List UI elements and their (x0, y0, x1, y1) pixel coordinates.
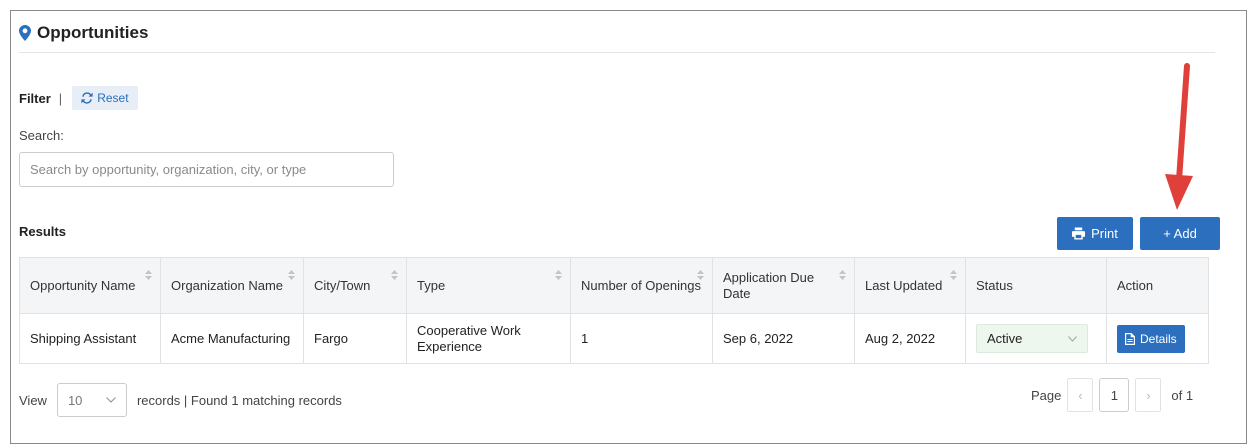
chevron-right-icon: › (1146, 387, 1151, 403)
column-header-label: Last Updated (865, 277, 943, 293)
page-title: Opportunities (37, 23, 149, 42)
details-button[interactable]: Details (1117, 324, 1185, 353)
column-header-opportunity[interactable]: Opportunity Name (19, 257, 161, 314)
cell-status: Active (965, 313, 1107, 364)
add-button[interactable]: + Add (1140, 217, 1220, 250)
sort-icon (391, 270, 398, 280)
annotation-arrow (1165, 63, 1193, 210)
filter-separator: | (58, 90, 63, 106)
cell-opportunity: Shipping Assistant (19, 313, 161, 364)
next-page-button[interactable]: › (1135, 378, 1162, 412)
reset-button[interactable]: Reset (72, 86, 138, 110)
print-label: Print (1091, 226, 1118, 241)
column-header-type[interactable]: Type (406, 257, 571, 314)
pagination: Page ‹ 1 › of 1 (1031, 378, 1193, 412)
cell-action: Details (1106, 313, 1209, 364)
cell-type: Cooperative Work Experience (406, 313, 571, 364)
refresh-icon (81, 92, 93, 104)
column-header-city[interactable]: City/Town (303, 257, 407, 314)
records-footer: View 10 records | Found 1 matching recor… (19, 383, 342, 417)
sort-icon (950, 270, 957, 280)
filter-label: Filter (19, 90, 51, 106)
records-text: records | Found 1 matching records (136, 392, 342, 408)
details-label: Details (1140, 331, 1177, 346)
print-button[interactable]: Print (1057, 217, 1133, 250)
sort-icon (839, 270, 846, 280)
column-header-organization[interactable]: Organization Name (160, 257, 304, 314)
sort-icon (288, 270, 295, 280)
map-marker-icon (19, 25, 31, 41)
add-label: + Add (1163, 226, 1197, 241)
column-header-label: Action (1117, 277, 1154, 293)
column-header-label: Status (976, 277, 1013, 293)
sort-icon (697, 270, 704, 280)
page-size-value: 10 (67, 392, 83, 408)
print-icon (1072, 227, 1086, 240)
page-header: Opportunities (19, 23, 148, 43)
sort-icon (145, 270, 152, 280)
cell-city: Fargo (303, 313, 407, 364)
column-header-last-updated[interactable]: Last Updated (854, 257, 966, 314)
document-icon (1125, 332, 1135, 345)
cell-last-updated: Aug 2, 2022 (854, 313, 966, 364)
prev-page-button[interactable]: ‹ (1067, 378, 1094, 412)
search-label: Search: (19, 128, 64, 143)
filter-row: Filter | Reset (19, 86, 138, 110)
header-divider (19, 52, 1215, 53)
column-header-label: Number of Openings (581, 277, 701, 293)
status-value: Active (987, 330, 1023, 346)
column-header-action: Action (1106, 257, 1209, 314)
cell-organization: Acme Manufacturing (160, 313, 304, 364)
chevron-left-icon: ‹ (1078, 387, 1083, 403)
page-label: Page (1031, 387, 1062, 403)
column-header-label: Opportunity Name (30, 277, 136, 293)
column-header-openings[interactable]: Number of Openings (570, 257, 713, 314)
page-count: of 1 (1171, 387, 1194, 403)
page-size-select[interactable]: 10 (56, 383, 127, 417)
chevron-down-icon (106, 397, 116, 403)
table-header-row: Opportunity Name Organization Name City/… (19, 257, 1209, 314)
column-header-status: Status (965, 257, 1107, 314)
search-input[interactable] (19, 152, 394, 187)
chevron-down-icon (1068, 335, 1077, 342)
page-number-input[interactable]: 1 (1099, 378, 1130, 412)
column-header-label: City/Town (314, 277, 371, 293)
column-header-label: Application Due Date (723, 269, 815, 301)
view-label: View (19, 392, 47, 408)
results-table: Opportunity Name Organization Name City/… (19, 257, 1209, 364)
results-label: Results (19, 224, 66, 239)
table-row: Shipping Assistant Acme Manufacturing Fa… (19, 313, 1209, 364)
column-header-label: Type (417, 277, 446, 293)
column-header-due-date[interactable]: Application Due Date (712, 257, 855, 314)
cell-openings: 1 (570, 313, 713, 364)
reset-label: Reset (97, 91, 129, 105)
cell-due-date: Sep 6, 2022 (712, 313, 855, 364)
column-header-label: Organization Name (171, 277, 283, 293)
status-select[interactable]: Active (976, 324, 1088, 353)
sort-icon (555, 270, 562, 280)
